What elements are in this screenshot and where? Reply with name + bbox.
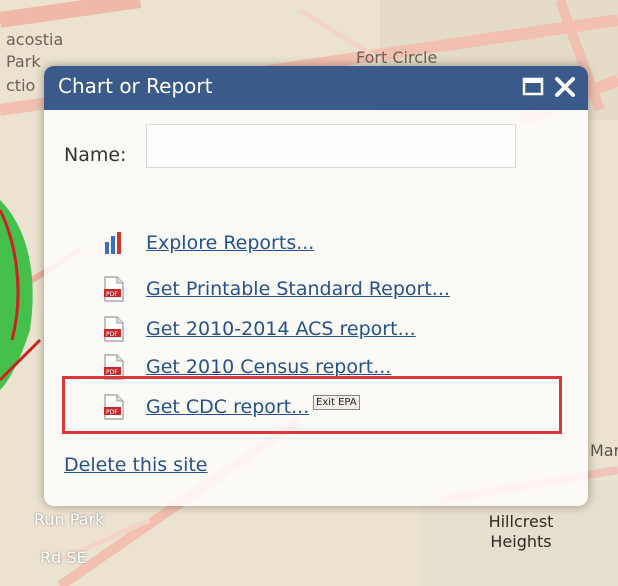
delete-site-link[interactable]: Delete this site: [64, 454, 208, 476]
svg-text:PDF: PDF: [106, 409, 118, 416]
cdc-report-row[interactable]: PDF Get CDC report... Exit EPA: [102, 394, 542, 424]
map-label-run-park: Run Park: [34, 510, 105, 529]
printable-standard-report-row[interactable]: PDF Get Printable Standard Report...: [102, 276, 542, 306]
map-label-rd-se: Rd SE: [40, 548, 87, 567]
pdf-icon: PDF: [104, 394, 124, 420]
svg-text:PDF: PDF: [106, 331, 118, 338]
chart-or-report-popup: Chart or Report Name: Explore Reports...: [44, 66, 588, 506]
pdf-icon: PDF: [104, 316, 124, 342]
map-label-park: Park: [6, 52, 41, 71]
pdf-icon: PDF: [104, 276, 124, 302]
explore-reports-link[interactable]: Explore Reports...: [146, 232, 314, 254]
close-icon: [555, 77, 575, 97]
svg-text:PDF: PDF: [106, 369, 118, 376]
pdf-icon: PDF: [104, 354, 124, 380]
acs-report-row[interactable]: PDF Get 2010-2014 ACS report...: [102, 316, 542, 346]
name-input[interactable]: [146, 124, 516, 168]
marlow-heights-text: Marlow Heights: [590, 441, 618, 460]
printable-standard-report-link[interactable]: Get Printable Standard Report...: [146, 278, 450, 300]
acs-report-link[interactable]: Get 2010-2014 ACS report...: [146, 318, 416, 340]
popup-title: Chart or Report: [58, 74, 213, 98]
map-label-fort-circle: Fort Circle: [356, 48, 438, 67]
map-label-hillcrest-heights: Hillcrest Heights: [488, 512, 554, 551]
map-label-anacostia: acostia: [6, 30, 64, 49]
census-report-link[interactable]: Get 2010 Census report...: [146, 356, 391, 378]
svg-text:PDF: PDF: [106, 291, 118, 298]
exit-epa-badge[interactable]: Exit EPA: [313, 395, 360, 410]
census-report-row[interactable]: PDF Get 2010 Census report...: [102, 354, 542, 384]
map-label-marlow-heights: Marlow Heights: [590, 440, 618, 468]
popup-header: Chart or Report: [44, 66, 588, 110]
close-button[interactable]: [552, 74, 578, 100]
map-label-ctio: ctio: [6, 76, 36, 95]
bar-chart-icon: [105, 232, 121, 254]
maximize-icon: [522, 77, 544, 96]
explore-reports-row[interactable]: Explore Reports...: [102, 230, 542, 260]
cdc-report-link[interactable]: Get CDC report...: [146, 396, 309, 418]
maximize-button[interactable]: [520, 74, 546, 100]
name-label: Name:: [64, 144, 127, 166]
